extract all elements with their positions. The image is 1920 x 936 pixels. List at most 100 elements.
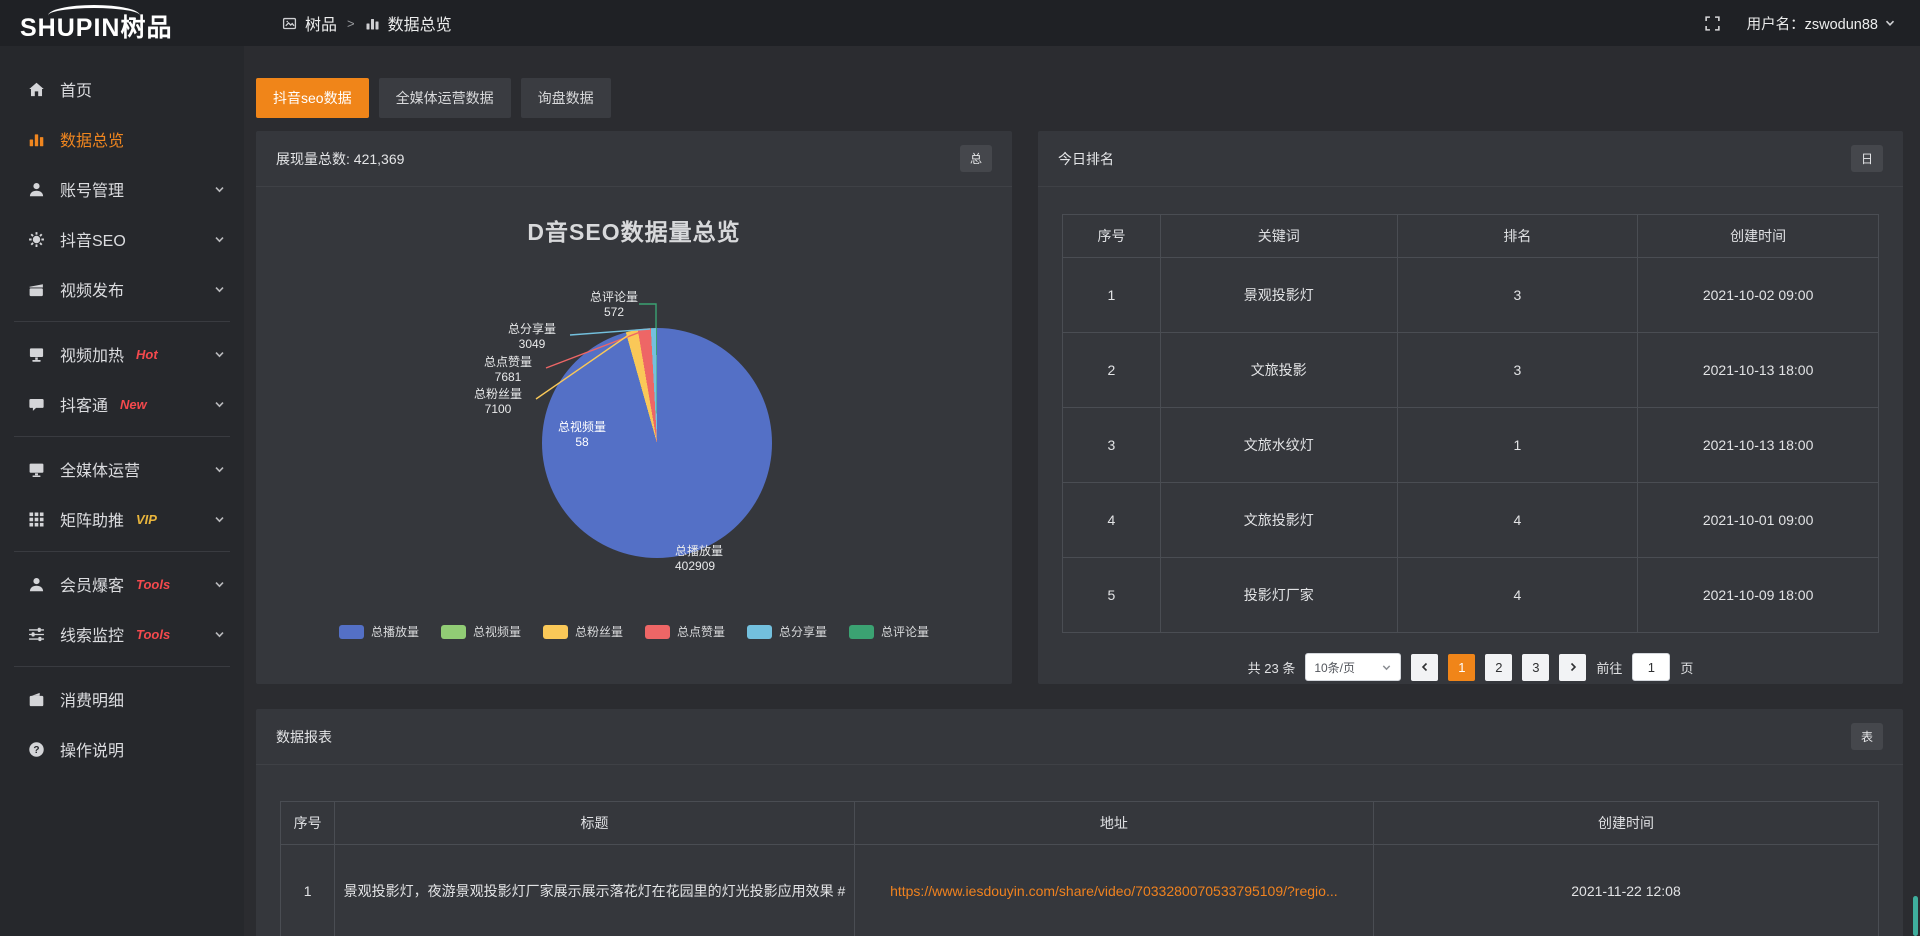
sidebar-item-video-publish[interactable]: 视频发布 (0, 264, 244, 314)
sidebar-item-media-operation[interactable]: 全媒体运营 (0, 444, 244, 494)
impressions-total-label: 展现量总数: 421,369 (276, 149, 404, 169)
chevron-down-icon (213, 463, 226, 476)
ranking-row: 4文旅投影灯42021-10-01 09:00 (1063, 483, 1879, 558)
username-label: 用户名：zswodun88 (1747, 13, 1878, 34)
chart-title: D音SEO数据量总览 (256, 213, 1012, 247)
chevron-down-icon (213, 578, 226, 591)
legend-swatch (747, 625, 772, 639)
home-icon (28, 81, 45, 98)
breadcrumb-current: 数据总览 (388, 11, 452, 35)
legend-label: 总点赞量 (677, 623, 725, 640)
created-time: 2021-11-22 12:08 (1374, 845, 1879, 936)
page-button-3[interactable]: 3 (1522, 654, 1549, 681)
sidebar-item-label: 抖客通 (60, 392, 108, 416)
chevron-down-icon (1884, 17, 1896, 29)
svg-text:?: ? (33, 745, 39, 756)
help-icon: ? (28, 741, 45, 758)
legend-swatch (849, 625, 874, 639)
legend-item-3[interactable]: 总点赞量 (645, 623, 725, 640)
sidebar-item-clue-monitor[interactable]: 线索监控Tools (0, 609, 244, 659)
ranking-table-header-row: 序号关键词排名创建时间 (1063, 215, 1879, 258)
tab-inquiry-data[interactable]: 询盘数据 (521, 78, 611, 118)
breadcrumb-root[interactable]: 树品 (305, 11, 337, 35)
sidebar-item-matrix-boost[interactable]: 矩阵助推VIP (0, 494, 244, 544)
prev-page-button[interactable] (1411, 654, 1438, 681)
sidebar-item-label: 会员爆客 (60, 572, 124, 596)
table-toggle-button[interactable]: 表 (1851, 723, 1883, 750)
daily-toggle-button[interactable]: 日 (1851, 145, 1883, 172)
pagination: 共 23 条 10条/页 123 (1062, 653, 1879, 681)
page-button-2[interactable]: 2 (1485, 654, 1512, 681)
legend-item-0[interactable]: 总播放量 (339, 623, 419, 640)
sidebar-item-home[interactable]: 首页 (0, 64, 244, 114)
cell: 1 (1063, 258, 1161, 333)
pie-label-comments: 总评论量572 (576, 290, 652, 320)
page-button-1[interactable]: 1 (1448, 654, 1475, 681)
sidebar-item-label: 首页 (60, 77, 92, 101)
cell: 文旅投影灯 (1160, 483, 1397, 558)
report-row: 1景观投影灯，夜游景观投影灯厂家展示展示落花灯在花园里的灯光投影应用效果 #ht… (281, 845, 1879, 936)
tab-bar: 抖音seo数据全媒体运营数据询盘数据 (256, 78, 1903, 118)
report-table: 序号标题地址创建时间 1景观投影灯，夜游景观投影灯厂家展示展示落花灯在花园里的灯… (280, 801, 1879, 936)
chevron-down-icon (213, 348, 226, 361)
cell: 2 (1063, 333, 1161, 408)
sliders-icon (28, 626, 45, 643)
cell: 2021-10-01 09:00 (1638, 483, 1879, 558)
goto-page-input[interactable] (1632, 653, 1670, 681)
sidebar-divider (14, 436, 230, 437)
sidebar-item-douketong[interactable]: 抖客通New (0, 379, 244, 429)
page-size-select[interactable]: 10条/页 (1305, 653, 1401, 681)
cell: 2021-10-13 18:00 (1638, 333, 1879, 408)
sidebar-item-video-heat[interactable]: 视频加热Hot (0, 329, 244, 379)
sidebar-item-data-overview[interactable]: 数据总览 (0, 114, 244, 164)
legend-item-4[interactable]: 总分享量 (747, 623, 827, 640)
scrollbar-thumb[interactable] (1913, 896, 1918, 936)
column-header: 序号 (281, 802, 335, 845)
report-panel-body: 序号标题地址创建时间 1景观投影灯，夜游景观投影灯厂家展示展示落花灯在花园里的灯… (256, 801, 1903, 936)
cell: 4 (1397, 558, 1638, 633)
ranking-panel: 今日排名 日 序号关键词排名创建时间 1景观投影灯32021-10-02 09:… (1038, 131, 1903, 684)
sidebar-item-instructions[interactable]: ? 操作说明 (0, 724, 244, 774)
goto-unit: 页 (1680, 658, 1693, 677)
breadcrumb: 树品 > 数据总览 (282, 11, 452, 35)
cell: 景观投影灯 (1160, 258, 1397, 333)
gear-icon (28, 231, 45, 248)
legend-swatch (339, 625, 364, 639)
next-page-button[interactable] (1559, 654, 1586, 681)
legend-label: 总评论量 (881, 623, 929, 640)
tab-media-operation-data[interactable]: 全媒体运营数据 (379, 78, 511, 118)
ranking-row: 1景观投影灯32021-10-02 09:00 (1063, 258, 1879, 333)
user-icon (28, 181, 45, 198)
tab-douyin-seo-data[interactable]: 抖音seo数据 (256, 78, 369, 118)
user-menu[interactable]: 用户名：zswodun88 (1747, 13, 1896, 34)
cell: 1 (1397, 408, 1638, 483)
sidebar-item-consumption-detail[interactable]: 消费明细 (0, 674, 244, 724)
breadcrumb-separator: > (347, 16, 355, 31)
ranking-panel-header: 今日排名 日 (1038, 131, 1903, 187)
legend-item-1[interactable]: 总视频量 (441, 623, 521, 640)
chevron-down-icon (213, 183, 226, 196)
legend-item-5[interactable]: 总评论量 (849, 623, 929, 640)
cell: 2021-10-09 18:00 (1638, 558, 1879, 633)
sidebar-item-douyin-seo[interactable]: 抖音SEO (0, 214, 244, 264)
sidebar-item-label: 矩阵助推 (60, 507, 124, 531)
legend-label: 总视频量 (473, 623, 521, 640)
sidebar-item-member-baoke[interactable]: 会员爆客Tools (0, 559, 244, 609)
chart-legend: 总播放量 总视频量 总粉丝量 总点赞量 总分享量 总评论量 (256, 623, 1012, 640)
overview-panel: 展现量总数: 421,369 总 D音SEO数据量总览 总评论量572 (256, 131, 1012, 684)
total-toggle-button[interactable]: 总 (960, 145, 992, 172)
sidebar-item-account-manage[interactable]: 账号管理 (0, 164, 244, 214)
video-link[interactable]: https://www.iesdouyin.com/share/video/70… (854, 845, 1373, 936)
video-icon (28, 281, 45, 298)
fullscreen-icon[interactable] (1704, 15, 1721, 32)
pie-label-shares: 总分享量3049 (494, 322, 570, 352)
legend-swatch (543, 625, 568, 639)
pie-label-likes: 总点赞量7681 (470, 355, 546, 385)
cell: 3 (1397, 333, 1638, 408)
pie-chart: D音SEO数据量总览 总评论量572 总分享量3049 (256, 187, 1012, 684)
sidebar-item-label: 操作说明 (60, 737, 124, 761)
sidebar-item-label: 数据总览 (60, 127, 124, 151)
legend-item-2[interactable]: 总粉丝量 (543, 623, 623, 640)
chevron-down-icon (213, 513, 226, 526)
overview-panel-header: 展现量总数: 421,369 总 (256, 131, 1012, 187)
